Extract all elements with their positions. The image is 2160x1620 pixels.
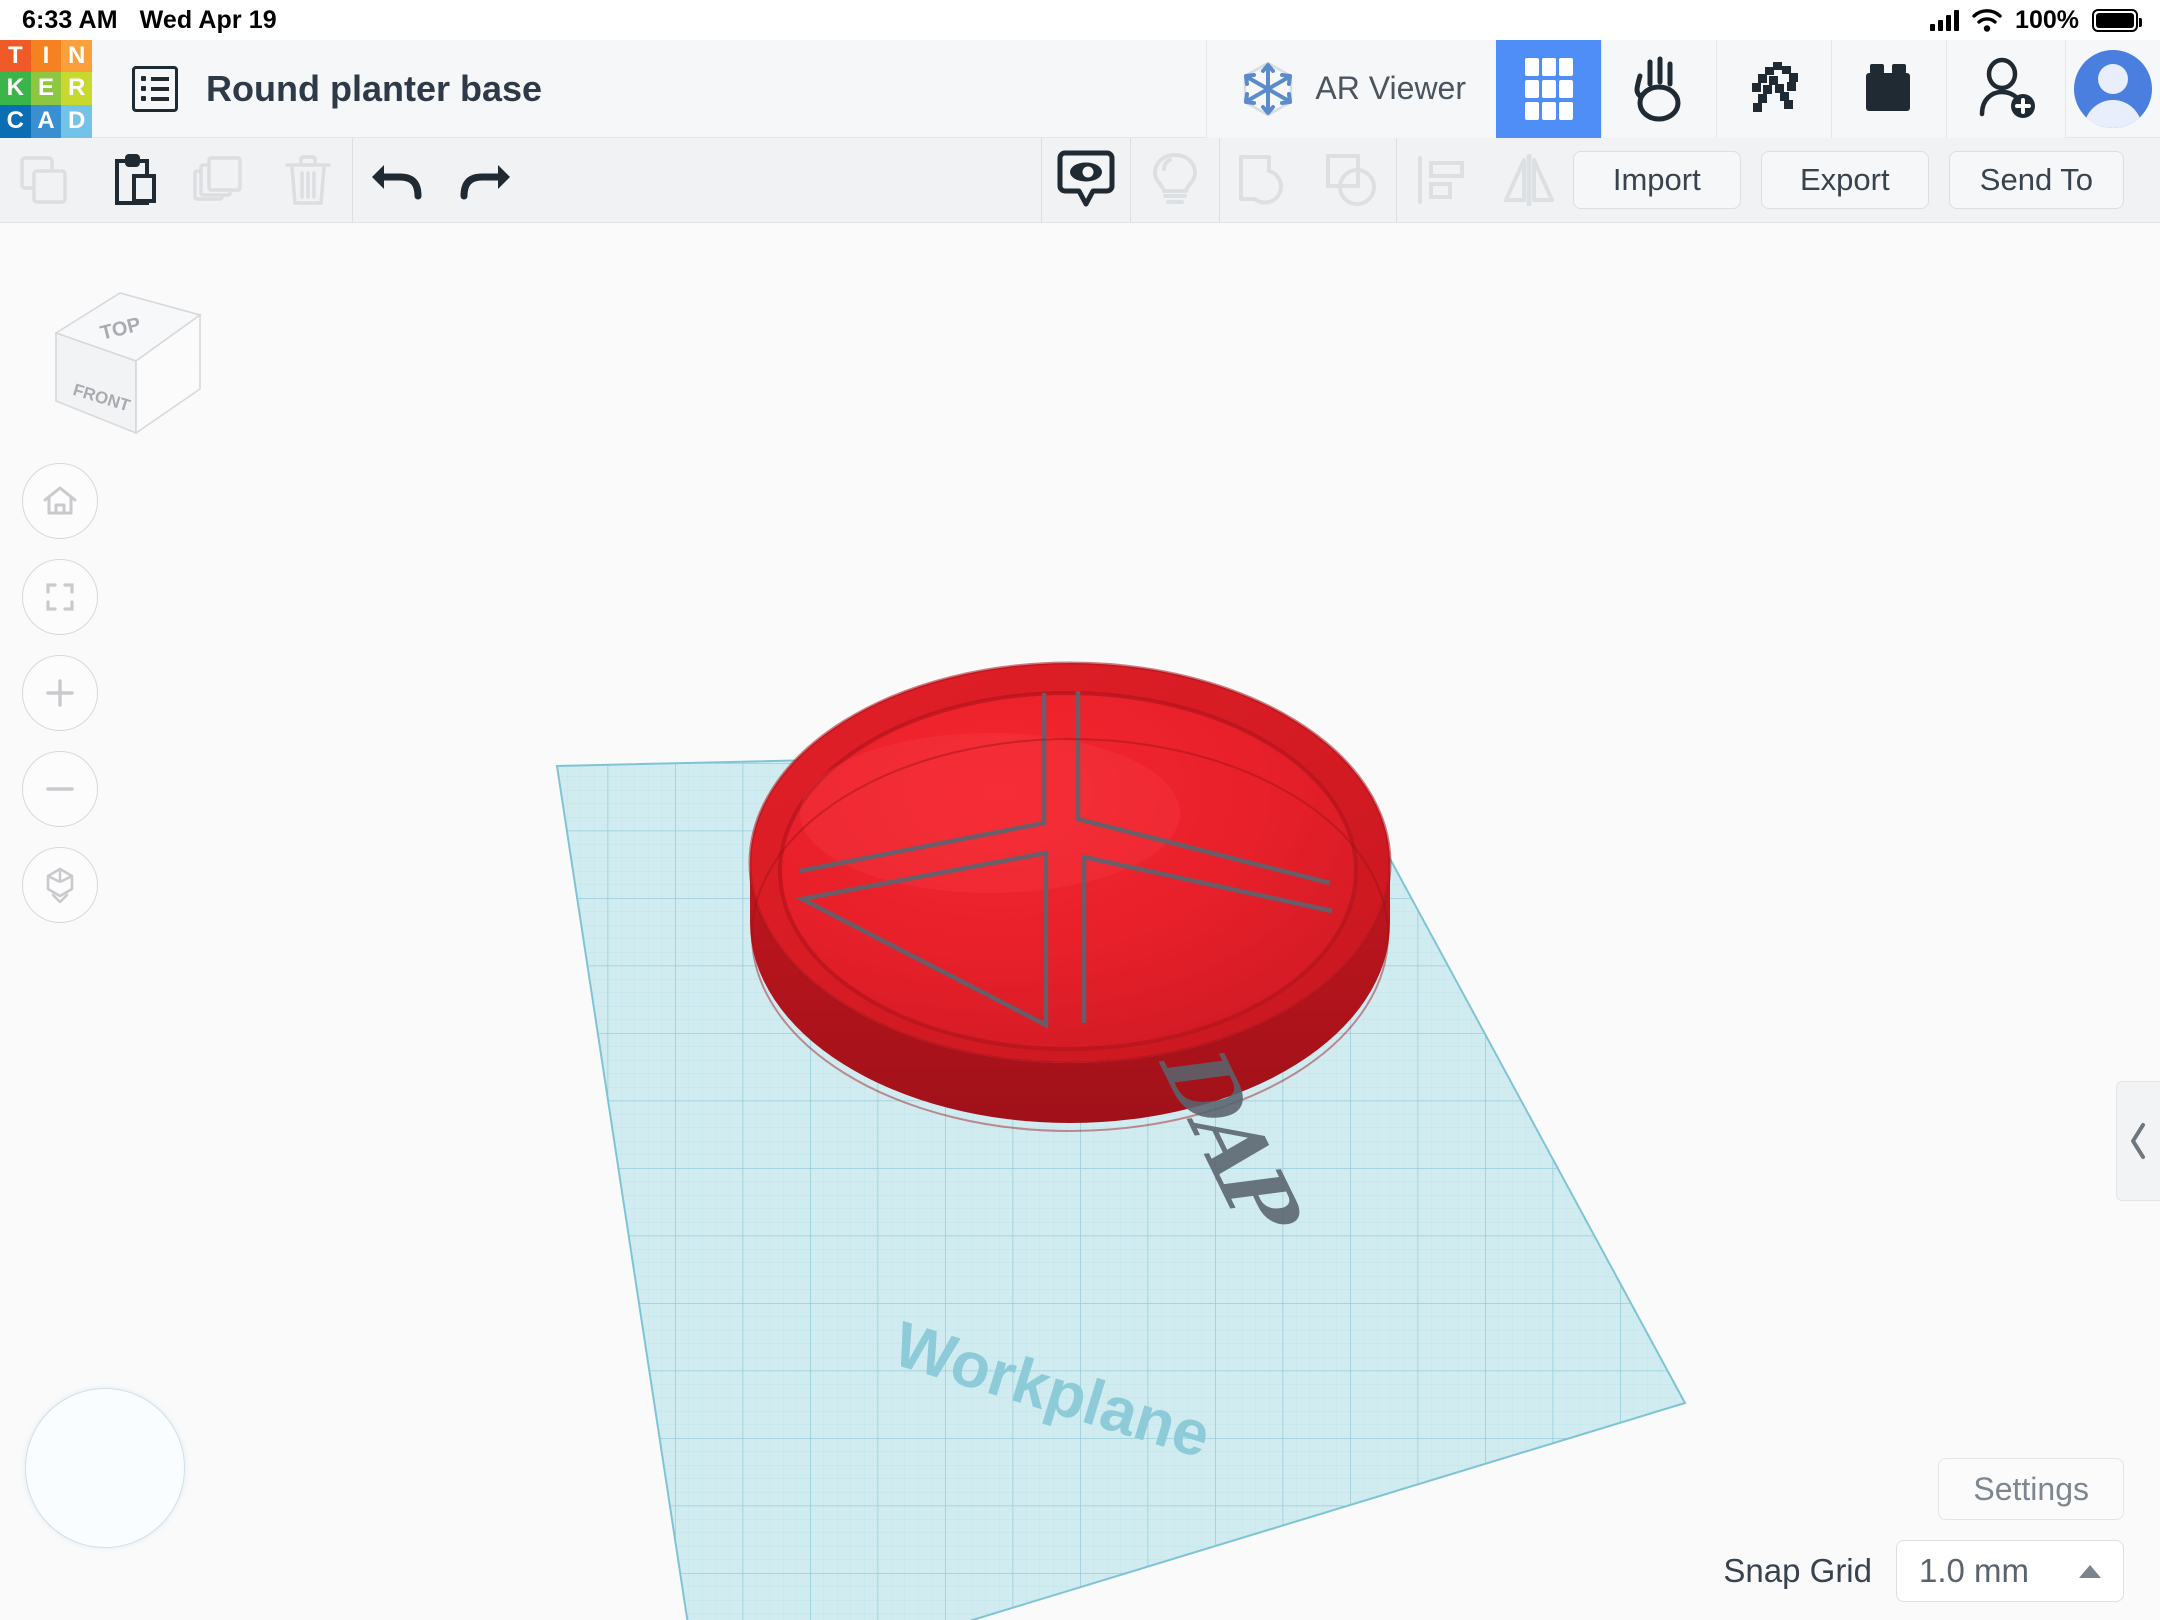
send-to-button[interactable]: Send To — [1948, 151, 2124, 209]
logo-tile-1: I — [30, 39, 62, 73]
delete-icon — [285, 155, 331, 205]
align-button[interactable] — [1397, 138, 1485, 223]
group-button[interactable] — [1220, 138, 1308, 223]
logo-tile-0: T — [0, 39, 31, 73]
snap-grid-row: Snap Grid 1.0 mm — [1723, 1540, 2124, 1602]
copy-icon — [20, 156, 67, 204]
undo-button[interactable] — [353, 138, 441, 223]
battery-percent: 100% — [2015, 5, 2079, 34]
ios-status-bar: 6:33 AM Wed Apr 19 100% — [0, 0, 2160, 40]
duplicate-icon — [193, 156, 242, 201]
ar-viewer-button[interactable]: AR Viewer — [1206, 39, 1496, 138]
minecraft-pickaxe-icon — [1752, 61, 1798, 112]
top-bar-tools: AR Viewer — [1206, 39, 2160, 138]
ungroup-button[interactable] — [1308, 138, 1396, 223]
ungroup-icon — [1325, 154, 1376, 206]
snap-grid-label: Snap Grid — [1723, 1552, 1872, 1589]
copy-button[interactable] — [0, 138, 88, 223]
logo-tile-3: K — [0, 72, 31, 105]
chevron-left-icon — [2130, 1123, 2145, 1159]
hint-button[interactable] — [1131, 138, 1219, 223]
redo-icon — [460, 165, 510, 200]
mirror-button[interactable] — [1485, 138, 1573, 223]
minecraft-button[interactable] — [1716, 39, 1831, 138]
user-avatar-button[interactable] — [2065, 39, 2160, 138]
import-button[interactable]: Import — [1572, 151, 1741, 209]
right-panel-toggle[interactable] — [2116, 1081, 2160, 1201]
status-bar-left: 6:33 AM Wed Apr 19 — [22, 6, 277, 35]
mirror-icon — [1503, 154, 1554, 206]
lego-brick-icon — [1866, 63, 1910, 111]
undo-icon — [372, 165, 422, 200]
tinkercad-logo[interactable]: T I N K E R C A D — [0, 39, 92, 138]
add-person-button[interactable] — [1946, 39, 2065, 138]
show-hide-button[interactable] — [1042, 138, 1130, 223]
lego-button[interactable] — [1831, 39, 1946, 138]
caret-up-icon — [2079, 1564, 2101, 1578]
wifi-icon — [1972, 8, 2002, 32]
touch-indicator — [25, 1388, 185, 1548]
redo-button[interactable] — [441, 138, 529, 223]
export-button[interactable]: Export — [1760, 151, 1929, 209]
logo-tile-4: E — [30, 72, 62, 105]
logo-tile-2: N — [61, 39, 92, 73]
hint-lightbulb-icon — [1152, 152, 1197, 204]
add-person-icon — [1979, 57, 2035, 118]
app-top-bar: T I N K E R C A D Round planter base AR … — [0, 39, 2160, 138]
toolbar-actions: Import Export Send To — [1572, 151, 2160, 209]
avatar — [2074, 49, 2152, 128]
group-icon — [1238, 155, 1283, 205]
show-hide-eye-icon — [1057, 150, 1115, 207]
align-icon — [1417, 156, 1464, 204]
status-bar-time: 6:33 AM — [22, 5, 118, 34]
round-planter-base-model[interactable] — [748, 661, 1392, 1132]
canvas-bottom-controls: Settings Snap Grid 1.0 mm — [1723, 1458, 2124, 1602]
shapes-grid-button[interactable] — [1496, 39, 1601, 138]
status-bar-right: 100% — [1930, 5, 2142, 35]
ar-cube-icon — [1244, 61, 1293, 116]
logo-tile-8: D — [61, 104, 92, 138]
edit-toolbar: Import Export Send To — [0, 137, 2160, 223]
settings-button[interactable]: Settings — [1938, 1458, 2124, 1520]
paste-icon — [115, 154, 156, 205]
circuits-hand-icon — [1634, 56, 1681, 121]
scene-render[interactable]: Workplane — [0, 223, 2160, 1620]
duplicate-button[interactable] — [176, 138, 264, 223]
ar-viewer-label: AR Viewer — [1315, 70, 1466, 106]
status-bar-date: Wed Apr 19 — [139, 5, 277, 34]
snap-grid-select[interactable]: 1.0 mm — [1896, 1540, 2124, 1602]
page-title[interactable]: Round planter base — [206, 68, 542, 110]
list-panel-icon[interactable] — [132, 65, 178, 112]
battery-icon — [2092, 8, 2142, 32]
circuits-button[interactable] — [1601, 39, 1716, 138]
shapes-grid-icon — [1525, 57, 1573, 120]
logo-tile-7: A — [30, 104, 62, 138]
snap-grid-value: 1.0 mm — [1919, 1552, 2030, 1589]
logo-tile-5: R — [61, 72, 92, 105]
3d-canvas[interactable]: TOP FRONT Workplane DAP Settings Snap Gr… — [0, 223, 2160, 1620]
cellular-signal-icon — [1930, 9, 1960, 31]
logo-tile-6: C — [0, 104, 31, 138]
paste-button[interactable] — [88, 138, 176, 223]
delete-button[interactable] — [264, 138, 352, 223]
clipboard-group — [0, 138, 352, 223]
history-group — [353, 138, 529, 223]
